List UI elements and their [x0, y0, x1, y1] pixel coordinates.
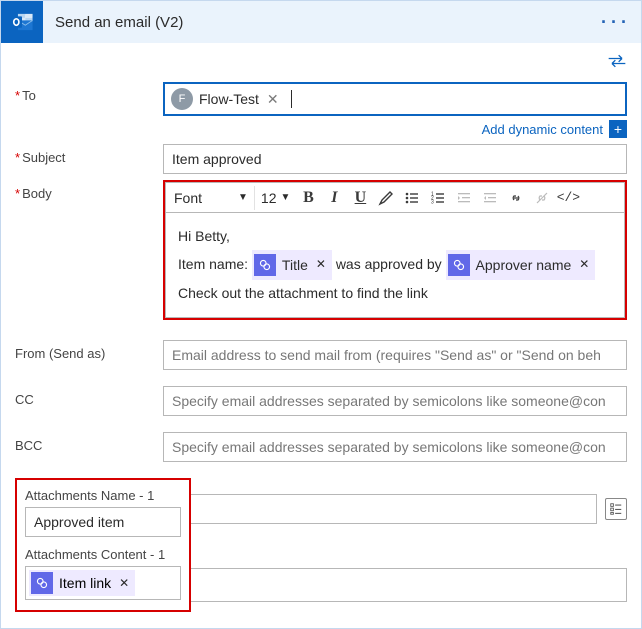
caret-down-icon: ▼ [281, 192, 291, 203]
body-content[interactable]: Hi Betty, Item name: Title ✕ was approve… [165, 212, 625, 318]
body-editor: Font▼ 12▼ B I U [163, 180, 627, 320]
body-line: Item name: Title ✕ was approved by [178, 250, 612, 281]
subject-input[interactable] [163, 144, 627, 174]
dynamic-token-approver[interactable]: Approver name ✕ [446, 250, 596, 281]
text-cursor [291, 90, 292, 108]
indent-button[interactable] [478, 186, 502, 210]
font-select[interactable]: Font▼ [170, 186, 255, 210]
cc-label: CC [15, 386, 163, 407]
subject-label: *Subject [15, 144, 163, 165]
editor-toolbar: Font▼ 12▼ B I U [165, 182, 625, 212]
number-list-button[interactable]: 1 2 3 [426, 186, 450, 210]
sharepoint-token-icon [31, 572, 53, 594]
font-size-select[interactable]: 12▼ [257, 186, 294, 210]
to-input[interactable]: F Flow-Test ✕ [163, 82, 627, 116]
recipient-avatar: F [171, 88, 193, 110]
attachment-content-label: Attachments Content - 1 [25, 547, 181, 562]
sharepoint-token-icon [448, 254, 470, 276]
token-remove-icon[interactable]: ✕ [316, 253, 326, 276]
outdent-button[interactable] [452, 186, 476, 210]
attachment-content-input-ext[interactable] [191, 568, 627, 602]
to-label: *To [15, 82, 163, 103]
card-header: Send an email (V2) ··· [1, 1, 641, 43]
swap-connection-icon[interactable] [607, 53, 627, 74]
bullet-list-button[interactable] [400, 186, 424, 210]
bcc-label: BCC [15, 432, 163, 453]
code-view-button[interactable]: </> [556, 186, 580, 210]
dynamic-token-item-link[interactable]: Item link ✕ [29, 570, 135, 596]
email-action-card: Send an email (V2) ··· *To F Flow-Test ✕ [0, 0, 642, 629]
bcc-input[interactable] [163, 432, 627, 462]
attachments-section: Attachments Name - 1 Approved item Attac… [15, 478, 191, 612]
body-line: Hi Betty, [178, 223, 612, 250]
token-remove-icon[interactable]: ✕ [579, 253, 589, 276]
svg-text:3: 3 [431, 199, 434, 205]
attachment-name-input-ext[interactable] [191, 494, 597, 524]
switch-array-mode-button[interactable] [605, 498, 627, 520]
dynamic-token-title[interactable]: Title ✕ [252, 250, 332, 281]
token-remove-icon[interactable]: ✕ [119, 576, 129, 590]
from-input[interactable] [163, 340, 627, 370]
attachment-name-label: Attachments Name - 1 [25, 488, 181, 503]
body-label: *Body [15, 180, 163, 201]
attachment-content-input[interactable]: Item link ✕ [25, 566, 181, 600]
caret-down-icon: ▼ [238, 192, 248, 203]
link-button[interactable] [504, 186, 528, 210]
recipient-chip-label: Flow-Test [199, 91, 259, 107]
sharepoint-token-icon [254, 254, 276, 276]
body-line: Check out the attachment to find the lin… [178, 280, 612, 307]
recipient-remove-icon[interactable]: ✕ [267, 91, 279, 108]
bold-button[interactable]: B [296, 186, 320, 210]
card-title: Send an email (V2) [55, 14, 601, 31]
outlook-icon [1, 1, 43, 43]
unlink-button[interactable] [530, 186, 554, 210]
underline-button[interactable]: U [348, 186, 372, 210]
cc-input[interactable] [163, 386, 627, 416]
add-dynamic-plus-icon[interactable]: + [609, 120, 627, 138]
from-label: From (Send as) [15, 340, 163, 361]
italic-button[interactable]: I [322, 186, 346, 210]
attachment-name-input[interactable]: Approved item [25, 507, 181, 537]
highlight-button[interactable] [374, 186, 398, 210]
more-menu-button[interactable]: ··· [601, 7, 631, 37]
add-dynamic-content-link[interactable]: Add dynamic content [482, 122, 603, 137]
